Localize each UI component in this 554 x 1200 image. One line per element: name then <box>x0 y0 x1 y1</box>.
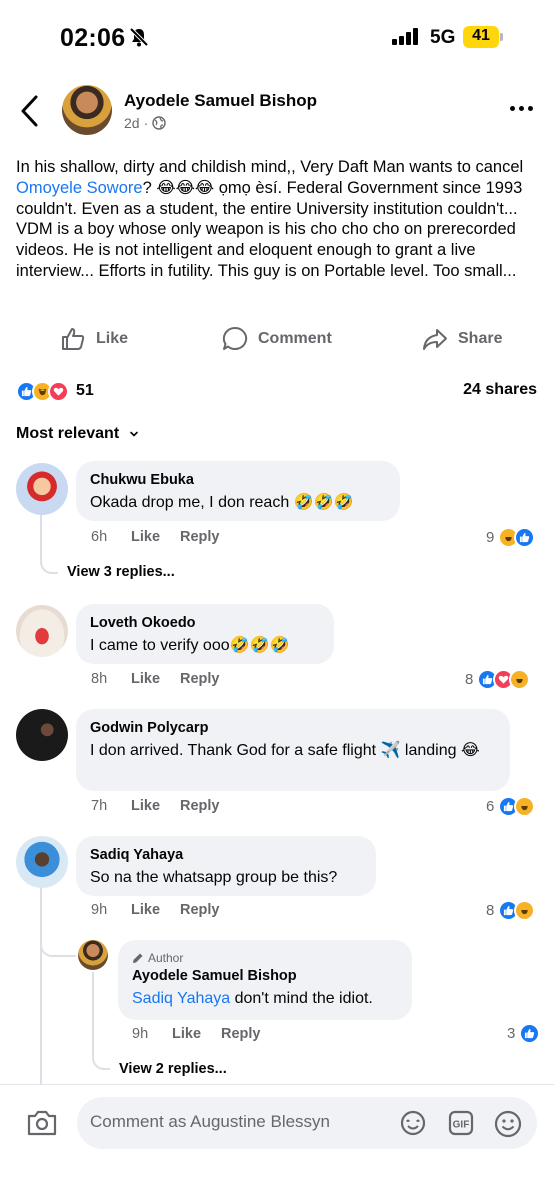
thread-connector <box>40 900 76 957</box>
share-arrow-icon <box>423 329 447 350</box>
reaction-summary[interactable]: 51 <box>16 379 94 403</box>
comment-like-button[interactable]: Like <box>131 798 160 814</box>
comment-actions: 7h Like Reply <box>91 798 240 814</box>
haha-reaction-icon <box>514 900 536 921</box>
commenter-avatar[interactable] <box>16 709 68 761</box>
comment-button[interactable]: Comment <box>222 324 332 354</box>
thread-connector <box>92 972 110 1070</box>
bell-muted-icon <box>129 27 149 47</box>
reply-author-name[interactable]: Ayodele Samuel Bishop <box>132 967 398 986</box>
view-replies-link[interactable]: View 3 replies... <box>67 564 175 580</box>
comment-reactions[interactable]: 8 <box>486 900 536 921</box>
network-type: 5G <box>430 27 456 48</box>
commenter-name[interactable]: Chukwu Ebuka <box>90 471 386 490</box>
comment-reactions[interactable]: 9 <box>486 527 536 548</box>
author-avatar[interactable] <box>62 85 112 135</box>
comment-bubble: Chukwu Ebuka Okada drop me, I don reach … <box>76 461 400 521</box>
commenter-avatar[interactable] <box>16 836 68 888</box>
author-badge: Author <box>132 951 398 965</box>
reply-mention[interactable]: Sadiq Yahaya <box>132 990 230 1007</box>
haha-reaction-icon <box>509 669 531 690</box>
commenter-name[interactable]: Godwin Polycarp <box>90 719 496 738</box>
love-reaction-icon <box>48 380 69 402</box>
comment-time: 9h <box>91 902 108 918</box>
share-count[interactable]: 24 shares <box>463 381 537 399</box>
commenter-avatar[interactable] <box>16 605 68 657</box>
comment-sort-dropdown[interactable]: Most relevant <box>16 425 139 443</box>
thread-connector <box>40 514 58 574</box>
comment-bubble-icon <box>222 326 248 350</box>
reaction-count: 51 <box>76 382 94 399</box>
reply-reply-button[interactable]: Reply <box>221 1026 261 1042</box>
post-mention[interactable]: Omoyele Sowore <box>16 179 143 197</box>
comment-text: I came to verify ooo🤣🤣🤣 <box>90 637 290 654</box>
comment-bubble: Sadiq Yahaya So na the whatsapp group be… <box>76 836 376 896</box>
comment-actions: 9h Like Reply <box>91 902 240 918</box>
comment-time: 8h <box>91 671 108 687</box>
comment-reactions[interactable]: 6 <box>486 796 536 817</box>
more-options-icon[interactable] <box>510 106 534 114</box>
commenter-name[interactable]: Loveth Okoedo <box>90 614 320 633</box>
status-bar: 02:06 5G 41 <box>0 0 554 72</box>
post-body: In his shallow, dirty and childish mind,… <box>16 158 524 280</box>
view-replies-link[interactable]: View 2 replies... <box>119 1061 227 1077</box>
comment-reply-button[interactable]: Reply <box>180 671 220 687</box>
gif-icon[interactable]: GIF <box>447 1109 475 1137</box>
comment-reply-button[interactable]: Reply <box>180 902 220 918</box>
comment-actions: 6h Like Reply <box>91 529 240 545</box>
comment-bubble: Godwin Polycarp I don arrived. Thank God… <box>76 709 510 791</box>
comment-text: So na the whatsapp group be this? <box>90 869 338 886</box>
camera-icon[interactable] <box>26 1108 58 1138</box>
comment-like-button[interactable]: Like <box>131 671 160 687</box>
comment-text: Okada drop me, I don reach 🤣🤣🤣 <box>90 494 354 511</box>
comment-actions: 8h Like Reply <box>91 671 240 687</box>
haha-reaction-icon <box>514 796 536 817</box>
back-arrow-icon[interactable] <box>18 94 42 128</box>
comment-time: 6h <box>91 529 108 545</box>
reply-text: Sadiq Yahaya don't mind the idiot. <box>132 990 373 1007</box>
comment-reply-button[interactable]: Reply <box>180 529 220 545</box>
commenter-avatar[interactable] <box>16 463 68 515</box>
commenter-name[interactable]: Sadiq Yahaya <box>90 846 362 865</box>
signal-icon <box>392 28 418 45</box>
status-time: 02:06 <box>60 24 126 52</box>
post-meta: 2d · <box>124 115 166 131</box>
svg-text:GIF: GIF <box>453 1120 470 1131</box>
comment-reactions[interactable]: 8 <box>465 669 531 690</box>
comment-input[interactable]: Comment as Augustine Blessyn GIF <box>77 1097 537 1149</box>
reply-actions: 9h Like Reply <box>132 1026 281 1042</box>
comment-time: 7h <box>91 798 108 814</box>
like-reaction-icon <box>519 1023 541 1044</box>
emoji-icon[interactable] <box>493 1109 523 1139</box>
chevron-down-icon <box>130 431 138 437</box>
reply-like-button[interactable]: Like <box>172 1026 201 1042</box>
reply-time: 9h <box>132 1026 149 1042</box>
like-reaction-icon <box>514 527 536 548</box>
pencil-icon <box>133 953 143 963</box>
comment-like-button[interactable]: Like <box>131 529 160 545</box>
comment-like-button[interactable]: Like <box>131 902 160 918</box>
like-button[interactable]: Like <box>60 324 128 354</box>
comment-input-placeholder: Comment as Augustine Blessyn <box>90 1112 331 1131</box>
battery-icon: 41 <box>463 26 503 48</box>
comment-bubble: Loveth Okoedo I came to verify ooo🤣🤣🤣 <box>76 604 334 664</box>
globe-icon <box>152 116 166 130</box>
battery-level: 41 <box>472 27 490 44</box>
post-author-name[interactable]: Ayodele Samuel Bishop <box>124 91 317 111</box>
comment-reply-button[interactable]: Reply <box>180 798 220 814</box>
avatar-sticker-icon[interactable] <box>399 1109 427 1137</box>
thumbs-up-icon <box>62 328 85 350</box>
reply-reactions[interactable]: 3 <box>507 1023 541 1044</box>
comment-text: I don arrived. Thank God for a safe flig… <box>90 742 480 759</box>
reply-bubble: Author Ayodele Samuel Bishop Sadiq Yahay… <box>118 940 412 1020</box>
post-age: 2d <box>124 115 140 131</box>
share-button[interactable]: Share <box>422 324 502 354</box>
reply-author-avatar[interactable] <box>78 940 108 970</box>
